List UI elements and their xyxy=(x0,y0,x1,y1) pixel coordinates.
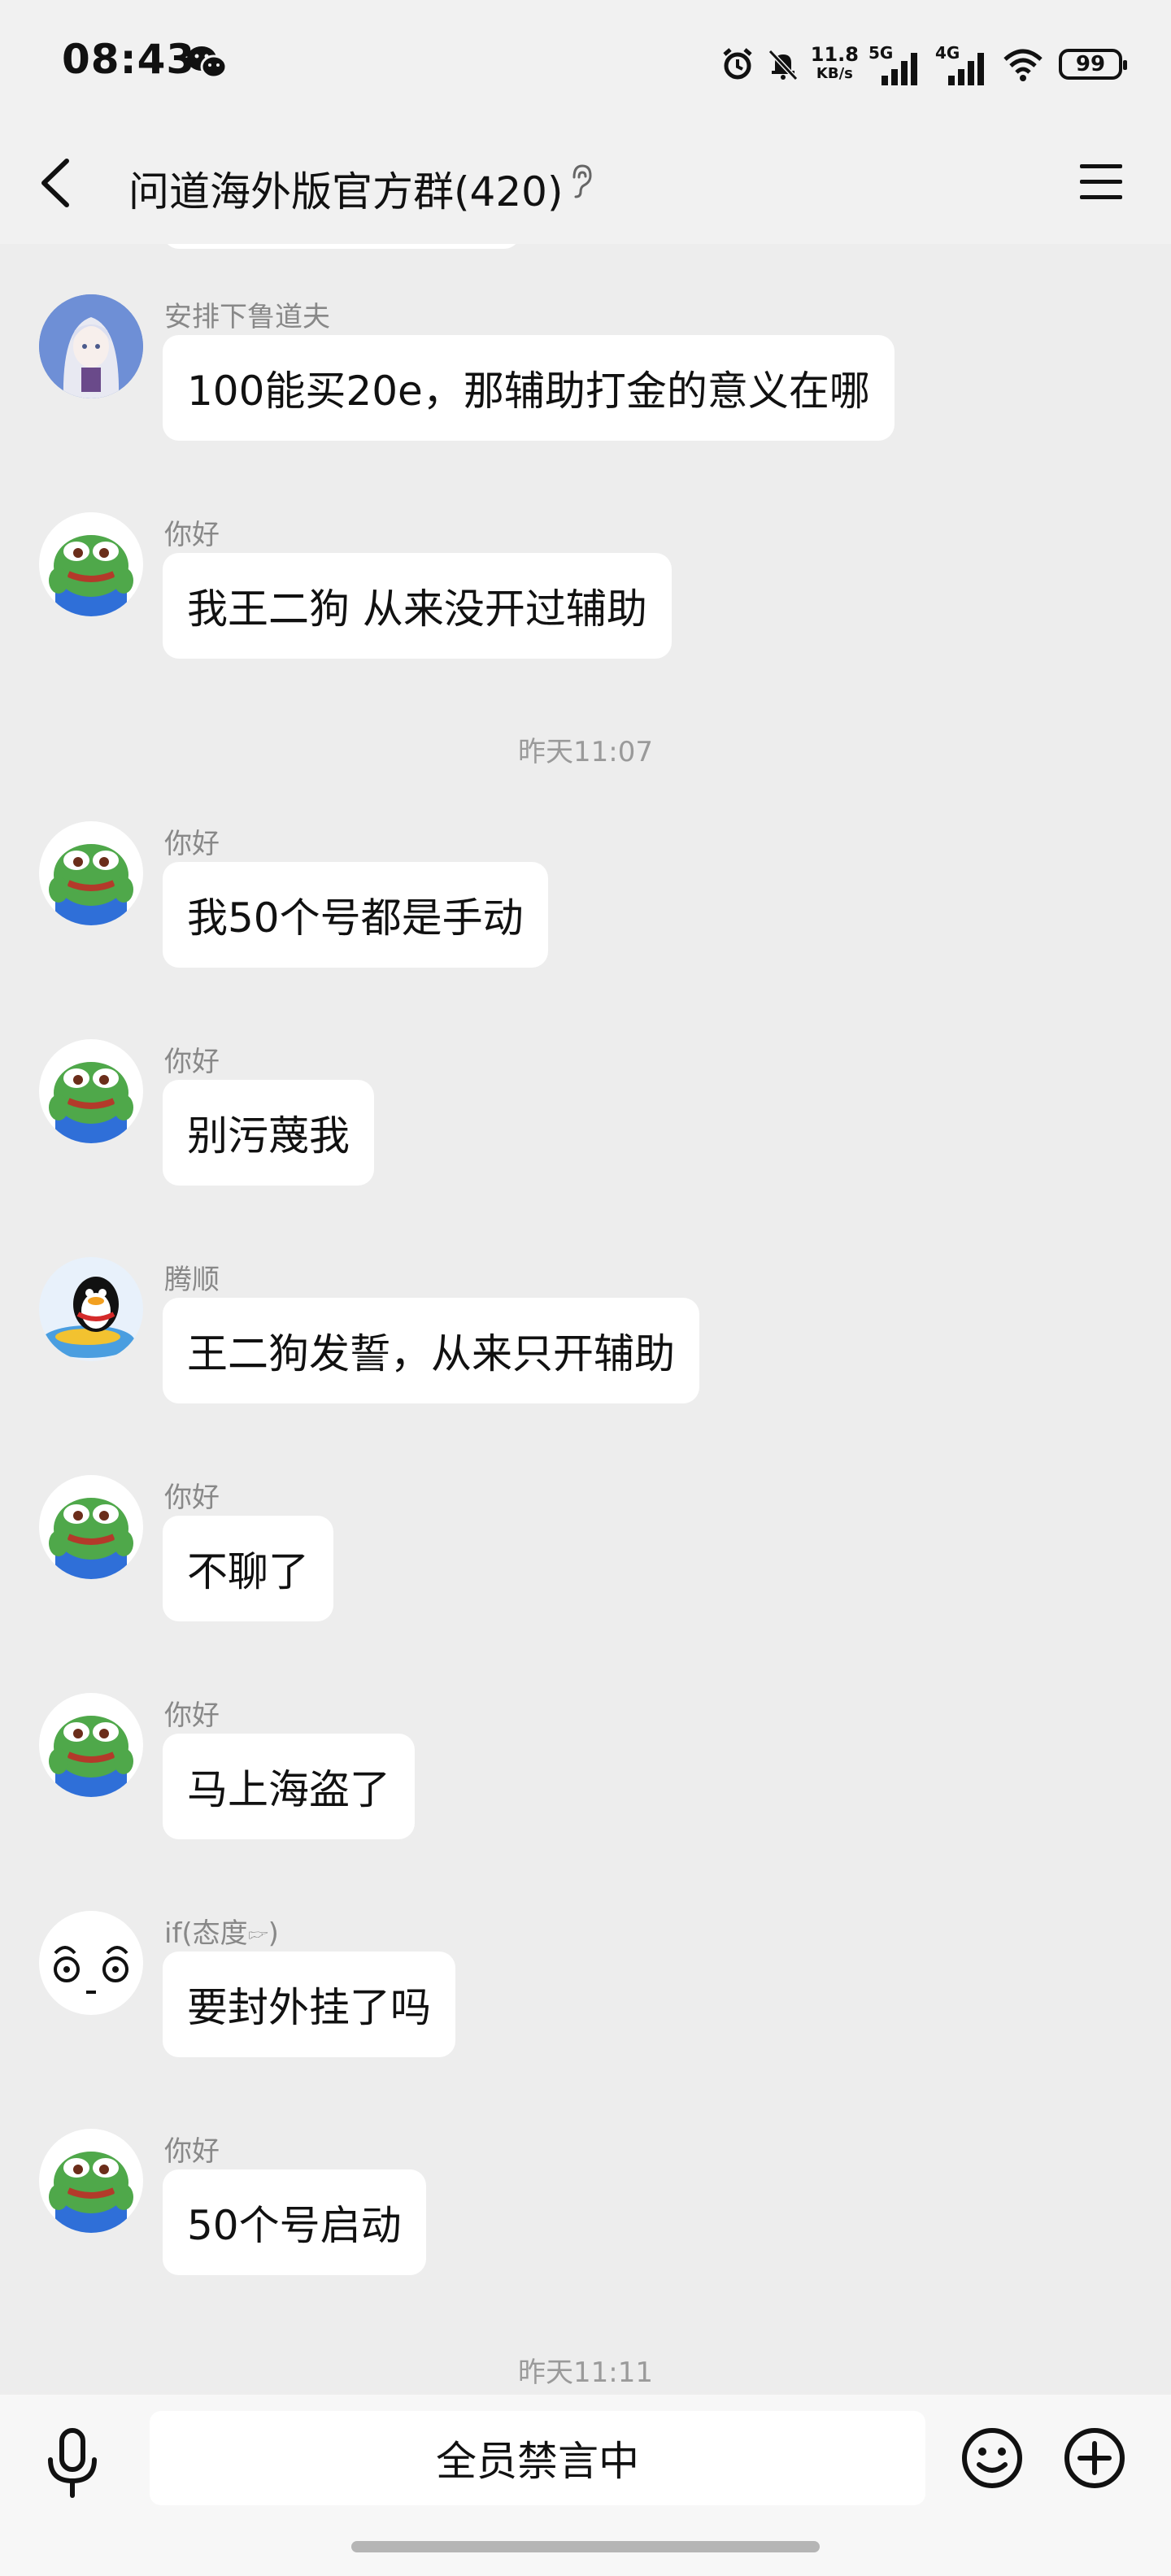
message-bubble[interactable]: 马上海盗了 xyxy=(163,1734,415,1839)
avatar[interactable] xyxy=(39,1911,143,2015)
avatar[interactable] xyxy=(39,1039,143,1143)
muted-input-field: 全员禁言中 xyxy=(150,2411,925,2505)
avatar[interactable] xyxy=(39,294,143,398)
status-time: 08:43 xyxy=(62,36,196,83)
input-bar: 全员禁言中 xyxy=(0,2395,1171,2576)
frog-avatar-icon xyxy=(39,2129,143,2233)
avatar[interactable] xyxy=(39,821,143,925)
menu-icon[interactable] xyxy=(1078,159,1124,205)
wechat-icon xyxy=(187,46,228,79)
plus-icon[interactable] xyxy=(1062,2426,1127,2491)
alarm-icon xyxy=(723,48,752,80)
message-bubble[interactable]: 50个号启动 xyxy=(163,2169,426,2275)
previous-message-bubble[interactable] xyxy=(163,244,520,249)
wifi-icon xyxy=(1003,49,1043,81)
frog-avatar-icon xyxy=(39,1693,143,1797)
frog-avatar-icon xyxy=(39,1475,143,1579)
home-indicator[interactable] xyxy=(351,2541,820,2552)
sender-name: 腾顺 xyxy=(164,1264,220,1296)
chat-header: 问道海外版官方群(420) xyxy=(0,122,1171,244)
frog-avatar-icon xyxy=(39,1039,143,1143)
signal-bars-icon xyxy=(948,53,984,85)
network-speed-value: 11.8 xyxy=(810,43,859,66)
battery-icon: 99 xyxy=(1059,49,1127,80)
sender-name: 你好 xyxy=(164,828,220,860)
back-arrow-icon[interactable] xyxy=(33,154,81,211)
sender-name: 你好 xyxy=(164,2135,220,2168)
signal-5g: 5G xyxy=(868,43,925,85)
message-bubble[interactable]: 别污蔑我 xyxy=(163,1080,374,1186)
signal-bars-icon xyxy=(882,53,917,85)
frog-avatar-icon xyxy=(39,512,143,616)
emoji-icon[interactable] xyxy=(960,2426,1025,2491)
sender-name: 你好 xyxy=(164,1699,220,1732)
status-bar: 08:43 11.8 KB/s 5G 4G 99 xyxy=(0,0,1171,122)
message-bubble[interactable]: 我王二狗 从来没开过辅助 xyxy=(163,553,672,659)
sender-name: 你好 xyxy=(164,1482,220,1514)
sender-name: if(态度🖙) xyxy=(164,1917,279,1950)
battery-level: 99 xyxy=(1075,52,1106,76)
sender-name: 你好 xyxy=(164,1046,220,1078)
avatar[interactable] xyxy=(39,512,143,616)
network-speed: 11.8 KB/s xyxy=(811,45,859,84)
anime-avatar-icon xyxy=(39,294,143,398)
penguin-avatar-icon xyxy=(39,1257,143,1361)
avatar[interactable] xyxy=(39,2129,143,2233)
mute-bell-icon xyxy=(768,49,798,81)
avatar[interactable] xyxy=(39,1693,143,1797)
signal-4g: 4G xyxy=(935,43,992,85)
avatar[interactable] xyxy=(39,1475,143,1579)
network-speed-unit: KB/s xyxy=(816,65,853,82)
status-icons: 11.8 KB/s 5G 4G 99 xyxy=(720,36,1127,93)
sender-name: 安排下鲁道夫 xyxy=(164,301,330,333)
timestamp: 昨天11:11 xyxy=(518,2356,653,2389)
message-bubble[interactable]: 我50个号都是手动 xyxy=(163,862,548,968)
timestamp: 昨天11:07 xyxy=(518,736,653,768)
frog-avatar-icon xyxy=(39,821,143,925)
microphone-icon[interactable] xyxy=(42,2427,102,2500)
ear-icon xyxy=(572,164,592,198)
message-bubble[interactable]: 100能买20e，那辅助打金的意义在哪 xyxy=(163,335,895,441)
chat-messages[interactable]: 安排下鲁道夫 100能买20e，那辅助打金的意义在哪 你好 我王二狗 从来没开过… xyxy=(0,244,1171,2395)
chat-title[interactable]: 问道海外版官方群(420) xyxy=(128,159,563,218)
avatar[interactable] xyxy=(39,1257,143,1361)
message-bubble[interactable]: 王二狗发誓，从来只开辅助 xyxy=(163,1298,699,1403)
face-avatar-icon xyxy=(39,1911,143,2015)
message-bubble[interactable]: 要封外挂了吗 xyxy=(163,1952,455,2057)
sender-name: 你好 xyxy=(164,519,220,551)
message-bubble[interactable]: 不聊了 xyxy=(163,1516,333,1621)
